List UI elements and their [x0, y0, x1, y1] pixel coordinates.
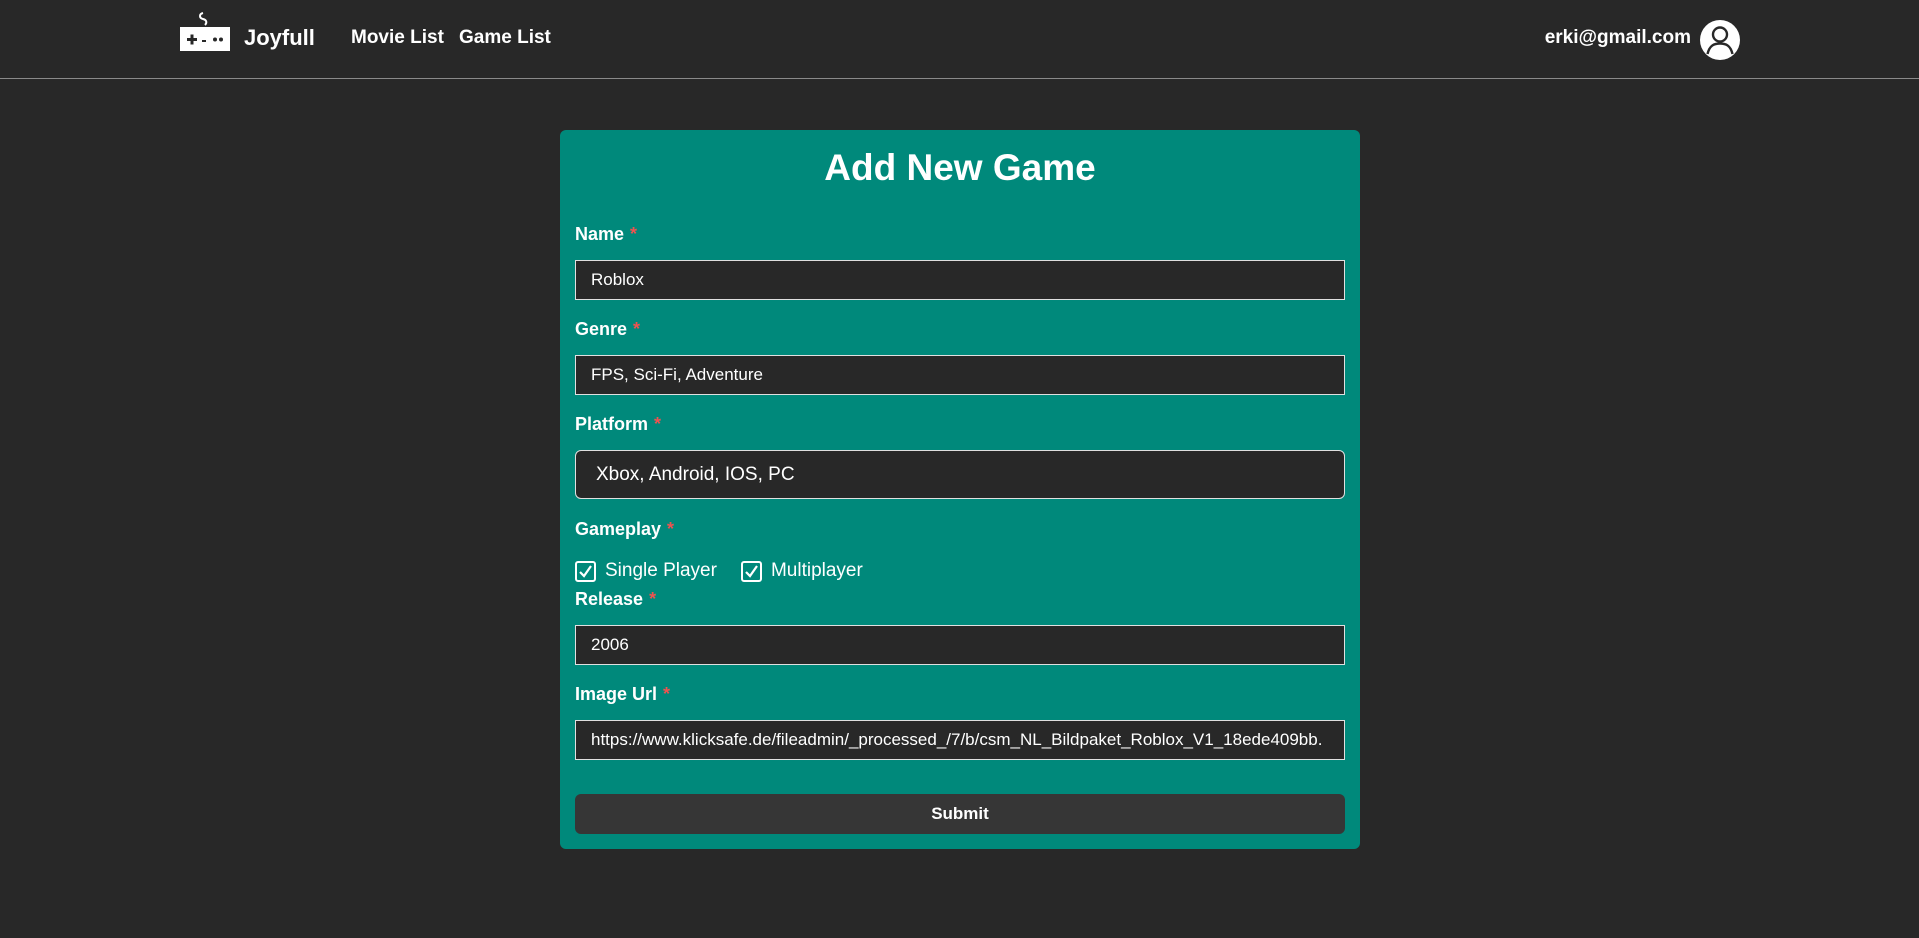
top-navbar: Joyfull Movie List Game List erki@gmail.… [0, 0, 1919, 79]
gamepad-icon[interactable] [179, 12, 231, 52]
image-url-label: Image Url * [575, 684, 670, 705]
required-marker: * [649, 589, 657, 609]
name-input[interactable] [575, 260, 1345, 300]
brand-name[interactable]: Joyfull [244, 25, 315, 51]
required-marker: * [663, 684, 671, 704]
nav-link-game-list[interactable]: Game List [459, 27, 551, 49]
nav-link-movie-list[interactable]: Movie List [351, 27, 444, 49]
required-marker: * [630, 224, 638, 244]
genre-label-text: Genre [575, 319, 628, 339]
gameplay-options: Single Player Multiplayer [575, 558, 887, 584]
gameplay-label-text: Gameplay [575, 519, 662, 539]
release-label-text: Release [575, 589, 644, 609]
release-label: Release * [575, 589, 656, 610]
image-url-input[interactable] [575, 720, 1345, 760]
image-url-label-text: Image Url [575, 684, 658, 704]
multiplayer-option[interactable]: Multiplayer [740, 560, 863, 582]
add-game-form: Add New Game Name* Genre* Platform* Game… [560, 130, 1360, 849]
required-marker: * [633, 319, 641, 339]
multiplayer-checkbox[interactable] [740, 560, 762, 582]
user-avatar-icon[interactable] [1699, 19, 1741, 61]
gameplay-label: Gameplay * [575, 519, 674, 540]
single-player-option[interactable]: Single Player [575, 560, 717, 582]
multiplayer-label: Multiplayer [770, 560, 863, 581]
genre-label: Genre * [575, 319, 640, 340]
release-input[interactable] [575, 625, 1345, 665]
name-label: Name * [575, 224, 637, 245]
platform-label: Platform * [575, 414, 661, 435]
single-player-label: Single Player [605, 560, 717, 581]
required-marker: * [654, 414, 662, 434]
required-marker: * [667, 519, 675, 539]
form-title: Add New Game [824, 147, 1096, 188]
submit-button[interactable]: Submit [575, 794, 1345, 834]
single-player-checkbox[interactable] [575, 560, 596, 582]
user-email: erki@gmail.com [1544, 27, 1691, 48]
platform-label-text: Platform [575, 414, 649, 434]
name-label-text: Name [575, 224, 625, 244]
platform-input[interactable] [575, 450, 1345, 499]
genre-input[interactable] [575, 355, 1345, 395]
